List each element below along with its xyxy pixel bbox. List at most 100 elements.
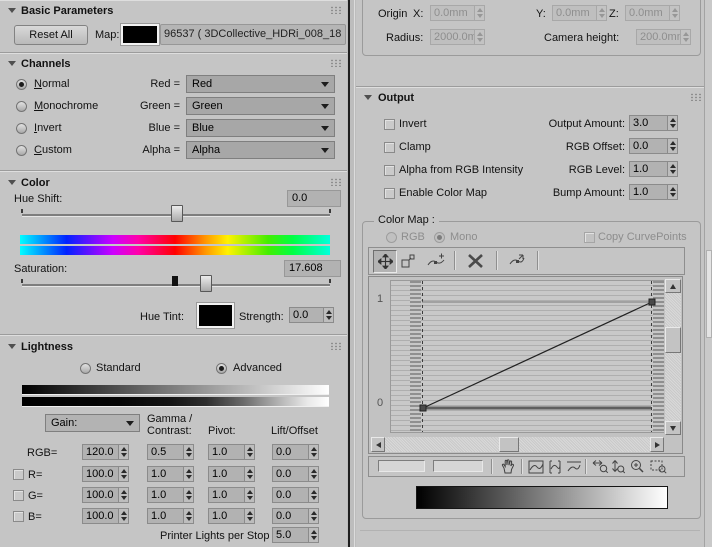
b-gain-value[interactable]: 100.0 [82,508,118,524]
b-gamma-value[interactable]: 1.0 [147,508,183,524]
spinner-arrows-icon[interactable] [118,508,129,524]
g-row-checkbox[interactable] [13,490,24,501]
rollout-title[interactable]: Color [21,177,50,190]
spinner-arrows-icon[interactable] [667,184,678,200]
curve-vertical-scrollbar[interactable] [665,279,681,435]
rollout-collapse-icon[interactable] [8,8,16,13]
grip-icon[interactable] [330,342,342,350]
blue-map-dropdown[interactable]: Blue [186,119,335,137]
enable-color-map-checkbox[interactable] [384,188,395,199]
reset-curves-icon[interactable] [504,250,530,271]
spinner-arrows-icon[interactable] [244,508,255,524]
origin-z-value[interactable]: 0.0mm [625,5,669,21]
spinner-arrows-icon[interactable] [118,444,129,460]
zoom-extents-icon[interactable] [527,458,545,475]
grip-icon[interactable] [330,178,342,186]
curve-horizontal-scrollbar[interactable] [371,437,664,452]
zoom-vertical-icon[interactable] [610,458,626,475]
spinner-arrows-icon[interactable] [183,487,194,503]
rollout-title[interactable]: Lightness [21,341,73,354]
rgb-pivot-value[interactable]: 1.0 [208,444,244,460]
green-map-dropdown[interactable]: Green [186,97,335,115]
rollout-title[interactable]: Output [378,92,414,105]
origin-x-value[interactable]: 0.0mm [430,5,474,21]
reset-all-button[interactable]: Reset All [14,25,88,45]
scroll-up-button[interactable] [665,279,681,293]
b-lift-value[interactable]: 0.0 [272,508,308,524]
radio-standard-label[interactable]: Standard [96,362,141,375]
b-row-checkbox[interactable] [13,511,24,522]
radio-advanced[interactable] [216,363,227,374]
g-pivot-value[interactable]: 1.0 [208,487,244,503]
curve-x-field[interactable] [378,460,425,472]
map-color-swatch[interactable] [120,23,160,46]
radio-advanced-label[interactable]: Advanced [233,362,282,375]
spinner-arrows-icon[interactable] [667,115,678,131]
red-map-dropdown[interactable]: Red [186,75,335,93]
rollout-collapse-icon[interactable] [364,95,372,100]
scroll-right-button[interactable] [650,437,664,452]
invert-checkbox[interactable] [384,119,395,130]
enable-color-map-label[interactable]: Enable Color Map [399,187,487,200]
spinner-arrows-icon[interactable] [308,444,319,460]
zoom-icon[interactable] [628,458,646,475]
spinner-arrows-icon[interactable] [183,466,194,482]
spinner-arrows-icon[interactable] [183,508,194,524]
radio-rgb[interactable] [386,232,397,243]
pan-hand-icon[interactable] [499,458,517,475]
output-amount-value[interactable]: 3.0 [629,115,667,131]
radio-rgb-label[interactable]: RGB [401,231,425,244]
rgb-gain-value[interactable]: 120.0 [82,444,118,460]
spinner-arrows-icon[interactable] [308,527,319,543]
rgb-offset-value[interactable]: 0.0 [629,138,667,154]
spinner-arrows-icon[interactable] [474,29,485,45]
window-scrollbar[interactable] [704,0,712,547]
scroll-down-button[interactable] [665,421,681,435]
rollout-collapse-icon[interactable] [8,180,16,185]
rgb-lift-value[interactable]: 0.0 [272,444,308,460]
rgb-gamma-value[interactable]: 0.5 [147,444,183,460]
spinner-arrows-icon[interactable] [680,29,691,45]
radio-normal-label[interactable]: Normal [34,78,69,91]
printer-lights-value[interactable]: 5.0 [272,527,308,543]
copy-curvepoints-checkbox[interactable] [584,232,595,243]
rollout-title[interactable]: Basic Parameters [21,5,113,18]
scroll-thumb[interactable] [499,437,519,452]
alpha-map-dropdown[interactable]: Alpha [186,141,335,159]
radio-custom[interactable] [16,145,27,156]
grip-icon[interactable] [330,59,342,67]
r-lift-value[interactable]: 0.0 [272,466,308,482]
r-pivot-value[interactable]: 1.0 [208,466,244,482]
strength-value[interactable]: 0.0 [289,307,323,323]
spinner-arrows-icon[interactable] [308,508,319,524]
zoom-region-icon[interactable] [649,458,668,475]
spinner-arrows-icon[interactable] [183,444,194,460]
spinner-arrows-icon[interactable] [118,487,129,503]
rollout-title[interactable]: Channels [21,58,71,71]
move-icon[interactable] [373,250,397,273]
curve-plot-area[interactable] [390,280,664,433]
hue-shift-value[interactable]: 0.0 [287,190,341,207]
camera-height-value[interactable]: 200.0mm [636,29,680,45]
spinner-arrows-icon[interactable] [596,5,607,21]
delete-point-icon[interactable] [462,250,488,271]
clamp-label[interactable]: Clamp [399,141,431,154]
radio-invert[interactable] [16,123,27,134]
spinner-arrows-icon[interactable] [667,161,678,177]
radio-standard[interactable] [80,363,91,374]
spinner-arrows-icon[interactable] [308,487,319,503]
gain-dropdown[interactable]: Gain: [45,414,140,432]
spinner-arrows-icon[interactable] [323,307,334,323]
radio-mono[interactable] [434,232,445,243]
saturation-slider-handle[interactable] [200,275,212,292]
scale-point-icon[interactable] [397,250,419,271]
r-gamma-value[interactable]: 1.0 [147,466,183,482]
radio-monochrome[interactable] [16,101,27,112]
hue-tint-swatch[interactable] [196,302,235,329]
grip-icon[interactable] [690,93,702,101]
spinner-arrows-icon[interactable] [244,444,255,460]
scroll-thumb[interactable] [665,327,681,353]
spinner-arrows-icon[interactable] [669,5,680,21]
radius-value[interactable]: 2000.0mm [430,29,474,45]
zoom-horizontal-icon[interactable] [590,458,609,475]
